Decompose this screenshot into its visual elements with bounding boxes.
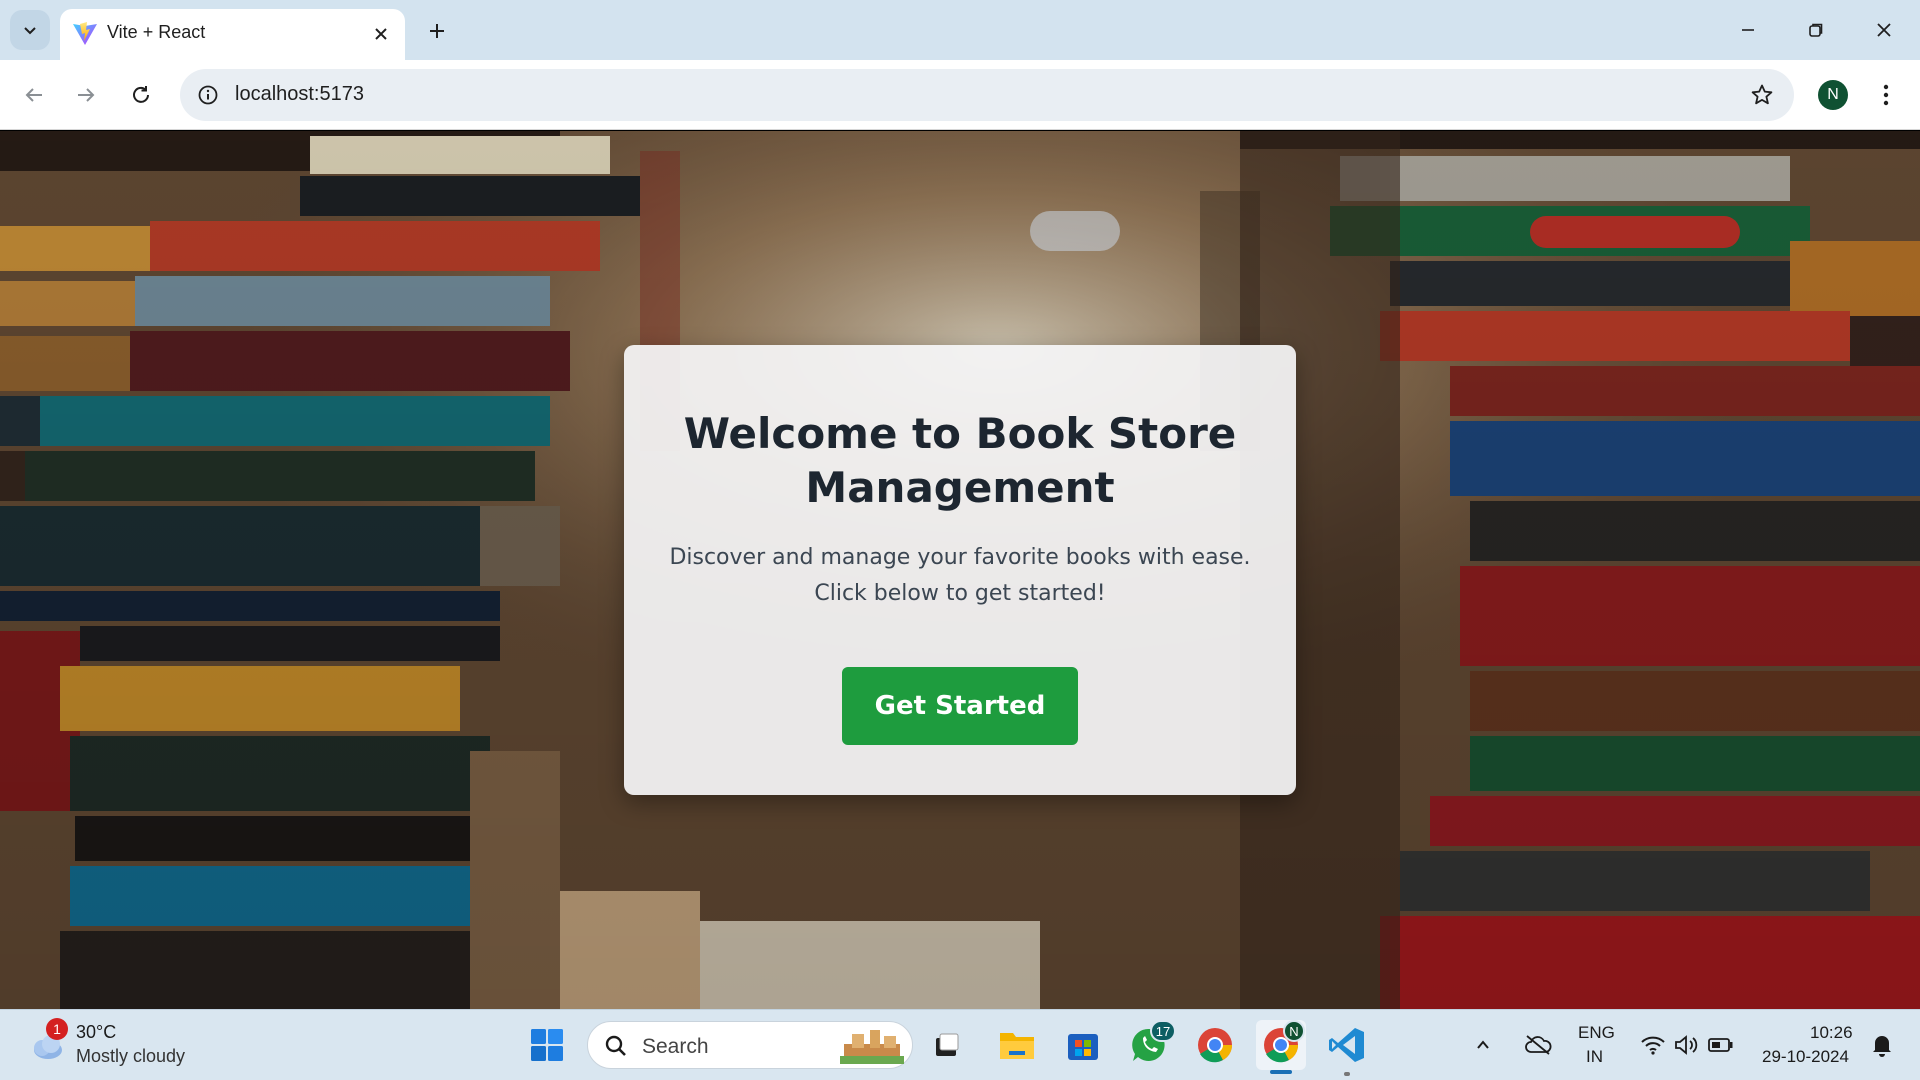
close-icon [375, 28, 387, 40]
notifications-button[interactable] [1864, 1020, 1900, 1070]
minimize-icon [1742, 29, 1754, 31]
arrow-right-icon [78, 88, 95, 102]
browser-toolbar: localhost:5173 N [0, 60, 1920, 130]
tab-close-button[interactable] [369, 22, 393, 46]
whatsapp-unread-badge: 17 [1150, 1020, 1176, 1042]
browser-tab-strip: Vite + React [0, 0, 1920, 60]
browser-tab-active[interactable]: Vite + React [60, 9, 405, 60]
chrome-icon [1198, 1028, 1232, 1063]
restore-button[interactable] [1794, 12, 1838, 48]
more-vertical-icon [1883, 84, 1889, 106]
restore-icon [1809, 23, 1823, 37]
reload-icon [133, 86, 149, 103]
get-started-button[interactable]: Get Started [842, 667, 1078, 745]
close-icon [1877, 23, 1891, 37]
clock-date: 29-10-2024 [1762, 1047, 1849, 1066]
search-icon [605, 1035, 626, 1056]
microsoft-store-icon [1068, 1034, 1098, 1060]
battery-icon [1708, 1038, 1733, 1052]
file-explorer-icon [1000, 1033, 1034, 1059]
bell-icon [1873, 1036, 1891, 1057]
description-line-2: Click below to get started! [814, 581, 1106, 606]
vite-logo-icon [73, 22, 97, 45]
address-bar[interactable]: localhost:5173 [180, 69, 1794, 121]
weather-alert-badge: 1 [46, 1018, 68, 1040]
back-button[interactable] [14, 75, 54, 115]
windows-taskbar: 1 30°C Mostly cloudy Search 17 N ENG IN … [0, 1009, 1920, 1080]
plus-icon [430, 24, 444, 38]
chrome-profile-badge: N [1283, 1020, 1305, 1042]
onedrive-button[interactable] [1516, 1020, 1560, 1070]
url-text[interactable]: localhost:5173 [235, 83, 364, 106]
star-icon [1751, 84, 1773, 105]
windows-start-icon [531, 1029, 563, 1061]
weather-temperature: 30°C [76, 1022, 117, 1042]
reload-button[interactable] [121, 75, 161, 115]
arrow-left-icon [25, 88, 42, 102]
taskbar-search-box[interactable]: Search [587, 1021, 913, 1069]
page-description: Discover and manage your favorite books … [660, 540, 1260, 612]
cloud-offline-icon [1525, 1035, 1552, 1055]
page-viewport: Welcome to Book Store Management Discove… [0, 131, 1920, 1009]
task-view-icon [936, 1033, 959, 1056]
tab-search-button[interactable] [10, 10, 50, 50]
task-view-button[interactable] [922, 1020, 972, 1070]
microsoft-store-button[interactable] [1058, 1020, 1108, 1070]
vscode-icon [1329, 1028, 1364, 1062]
profile-avatar[interactable]: N [1818, 80, 1848, 110]
active-app-indicator [1270, 1070, 1292, 1074]
chrome-button[interactable] [1190, 1020, 1240, 1070]
file-explorer-button[interactable] [992, 1020, 1042, 1070]
weather-condition: Mostly cloudy [76, 1046, 186, 1066]
bookmark-button[interactable] [1748, 81, 1776, 109]
search-label: Search [642, 1035, 709, 1058]
tab-title: Vite + React [107, 22, 206, 42]
close-window-button[interactable] [1862, 12, 1906, 48]
minimize-button[interactable] [1726, 12, 1770, 48]
new-tab-button[interactable] [420, 14, 454, 48]
welcome-card: Welcome to Book Store Management Discove… [624, 345, 1296, 795]
clock-time: 10:26 [1810, 1023, 1853, 1042]
forward-button[interactable] [66, 75, 106, 115]
browser-menu-button[interactable] [1870, 75, 1902, 115]
region-code: IN [1586, 1047, 1603, 1066]
site-info-button[interactable] [190, 77, 226, 113]
wifi-icon [1641, 1036, 1665, 1055]
chevron-up-icon [1477, 1040, 1489, 1049]
info-icon [198, 85, 218, 105]
volume-icon [1675, 1035, 1698, 1055]
quick-settings-button[interactable] [1632, 1020, 1742, 1070]
start-button[interactable] [522, 1020, 572, 1070]
show-hidden-icons-button[interactable] [1466, 1020, 1500, 1070]
search-highlight-icon [840, 1030, 904, 1064]
language-code: ENG [1578, 1023, 1615, 1042]
chevron-down-icon [24, 27, 36, 35]
description-line-1: Discover and manage your favorite books … [669, 545, 1251, 570]
running-app-indicator [1344, 1072, 1350, 1076]
vscode-button[interactable] [1322, 1020, 1372, 1070]
page-title: Welcome to Book Store Management [683, 409, 1237, 512]
